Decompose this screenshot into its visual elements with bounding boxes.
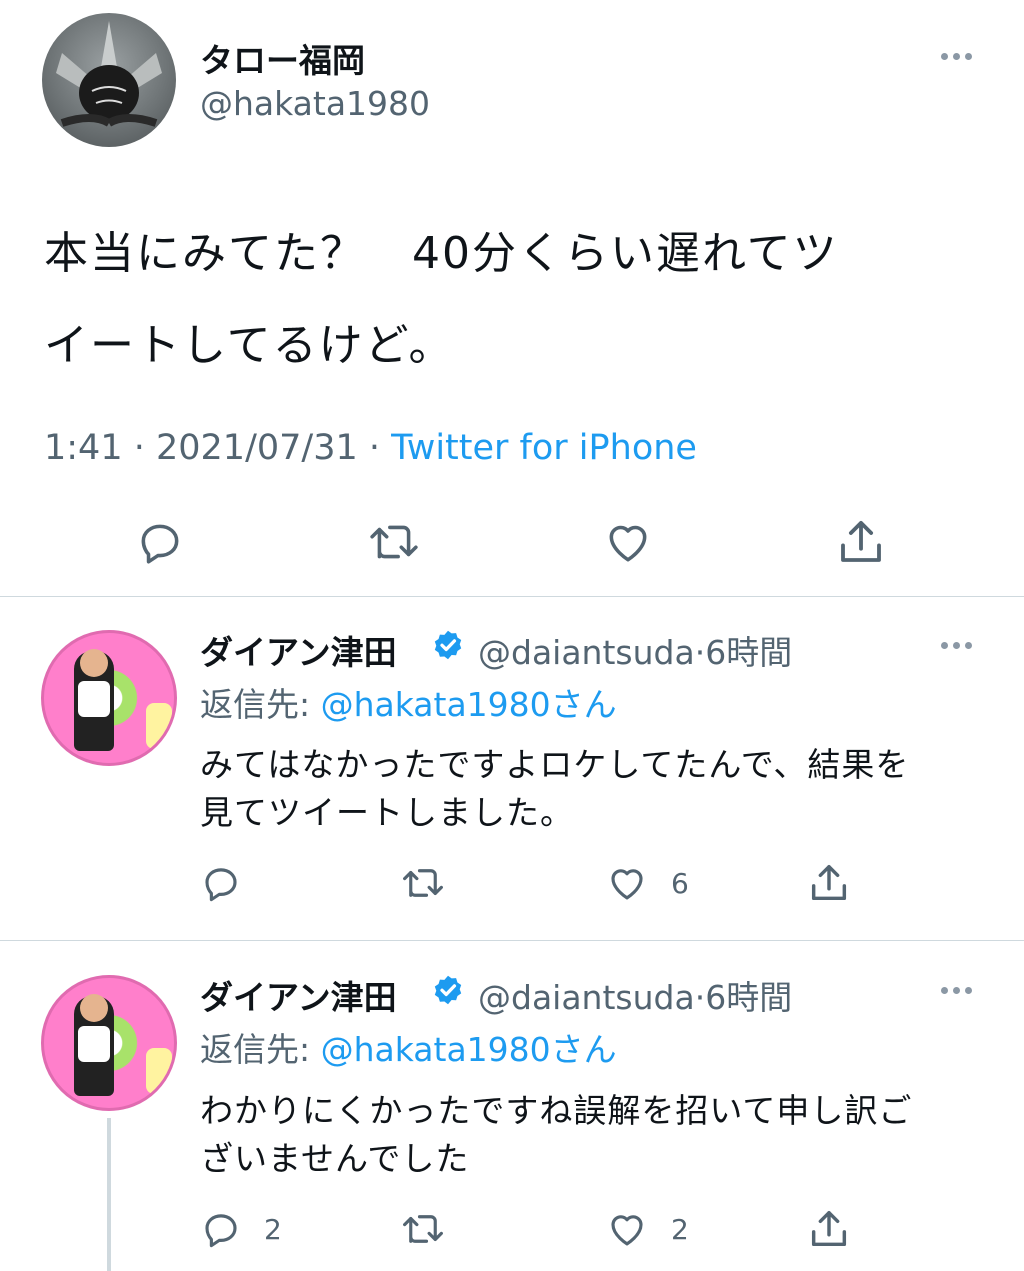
avatar-image <box>56 21 162 127</box>
reply-text-line: みてはなかったですよロケしてたんで、結果を <box>200 745 910 784</box>
display-name[interactable]: タロー福岡 <box>200 34 365 82</box>
reply-icon <box>205 1214 237 1248</box>
verified-icon <box>434 630 462 660</box>
share-button[interactable] <box>806 1206 852 1252</box>
reply-button[interactable] <box>135 517 185 567</box>
tweet-text: 本当にみてた？ 40分くらい遅れてツ イートしてるけど。 <box>44 208 994 392</box>
reply-text-line: ざいませんでした <box>200 1139 470 1178</box>
reply-text-line: 見てツイートしました。 <box>200 793 574 832</box>
retweet-button[interactable] <box>399 862 447 904</box>
avatar-decoration <box>146 1048 172 1094</box>
divider <box>0 940 1024 941</box>
share-button[interactable] <box>806 860 852 906</box>
reply-to-label: 返信先: <box>200 1030 321 1069</box>
reply-to: 返信先: @hakata1980さん <box>200 678 617 726</box>
reply-count: 2 <box>264 1212 282 1246</box>
share-button[interactable] <box>834 515 888 569</box>
reply-to: 返信先: @hakata1980さん <box>200 1023 617 1071</box>
reply-meta: @daiantsuda·6時間 <box>478 971 792 1019</box>
reply-to-link[interactable]: @hakata1980さん <box>321 1030 617 1069</box>
reply-icon <box>205 868 237 902</box>
retweet-button[interactable] <box>399 1208 447 1250</box>
avatar-figure <box>74 994 114 1096</box>
retweet-icon <box>403 869 443 897</box>
avatar-decoration <box>146 703 172 749</box>
user-handle[interactable]: @daiantsuda <box>478 633 695 672</box>
tweet-text-line: 本当にみてた？ 40分くらい遅れてツ <box>44 228 839 279</box>
share-icon <box>841 520 881 562</box>
like-icon <box>611 1215 643 1246</box>
tweet-text-line: イートしてるけど。 <box>44 320 455 371</box>
share-icon <box>811 864 847 901</box>
verified-icon <box>434 975 462 1005</box>
reply-text: みてはなかったですよロケしてたんで、結果を 見てツイートしました。 <box>200 741 990 837</box>
divider <box>0 596 1024 597</box>
meta-separator: · <box>122 428 156 468</box>
retweet-button[interactable] <box>366 517 422 567</box>
more-icon[interactable] <box>941 642 972 649</box>
retweet-icon <box>403 1215 443 1243</box>
meta-separator: · <box>357 428 392 468</box>
reply-time[interactable]: 6時間 <box>705 633 792 672</box>
share-icon <box>811 1210 847 1247</box>
avatar[interactable] <box>41 630 177 766</box>
avatar-figure <box>74 649 114 751</box>
more-icon[interactable] <box>941 987 972 994</box>
tweet-source-link[interactable]: Twitter for iPhone <box>391 428 697 468</box>
reply-time[interactable]: 6時間 <box>705 978 792 1017</box>
like-icon <box>611 869 643 900</box>
avatar[interactable] <box>41 975 177 1111</box>
like-button[interactable]: 6 <box>605 862 689 904</box>
more-icon[interactable] <box>941 53 972 60</box>
reply-button[interactable] <box>200 862 242 904</box>
display-name[interactable]: ダイアン津田 <box>200 626 397 674</box>
reply-text: わかりにくかったですね誤解を招いて申し訳ご ざいませんでした <box>200 1087 990 1183</box>
reply-text-line: わかりにくかったですね誤解を招いて申し訳ご <box>200 1091 913 1130</box>
like-button[interactable]: 2 <box>605 1208 689 1250</box>
tweet-time: 1:41 <box>44 428 123 468</box>
thread-line <box>107 1118 111 1271</box>
user-handle[interactable]: @daiantsuda <box>478 978 695 1017</box>
display-name[interactable]: ダイアン津田 <box>200 971 397 1019</box>
user-handle[interactable]: @hakata1980 <box>200 84 430 123</box>
reply-button[interactable]: 2 <box>200 1208 282 1250</box>
retweet-icon <box>370 525 418 559</box>
avatar[interactable] <box>42 13 176 147</box>
reply-to-label: 返信先: <box>200 685 321 724</box>
tweet-meta: 1:41 · 2021/07/31 · Twitter for iPhone <box>44 428 697 468</box>
like-count: 2 <box>671 1212 689 1246</box>
meta-separator: · <box>694 633 706 672</box>
reply-meta: @daiantsuda·6時間 <box>478 626 792 674</box>
like-button[interactable] <box>602 517 654 567</box>
tweet-date: 2021/07/31 <box>156 428 358 468</box>
like-count: 6 <box>671 866 689 900</box>
meta-separator: · <box>694 978 706 1017</box>
reply-to-link[interactable]: @hakata1980さん <box>321 685 617 724</box>
like-icon <box>609 525 647 562</box>
reply-icon <box>141 524 179 564</box>
